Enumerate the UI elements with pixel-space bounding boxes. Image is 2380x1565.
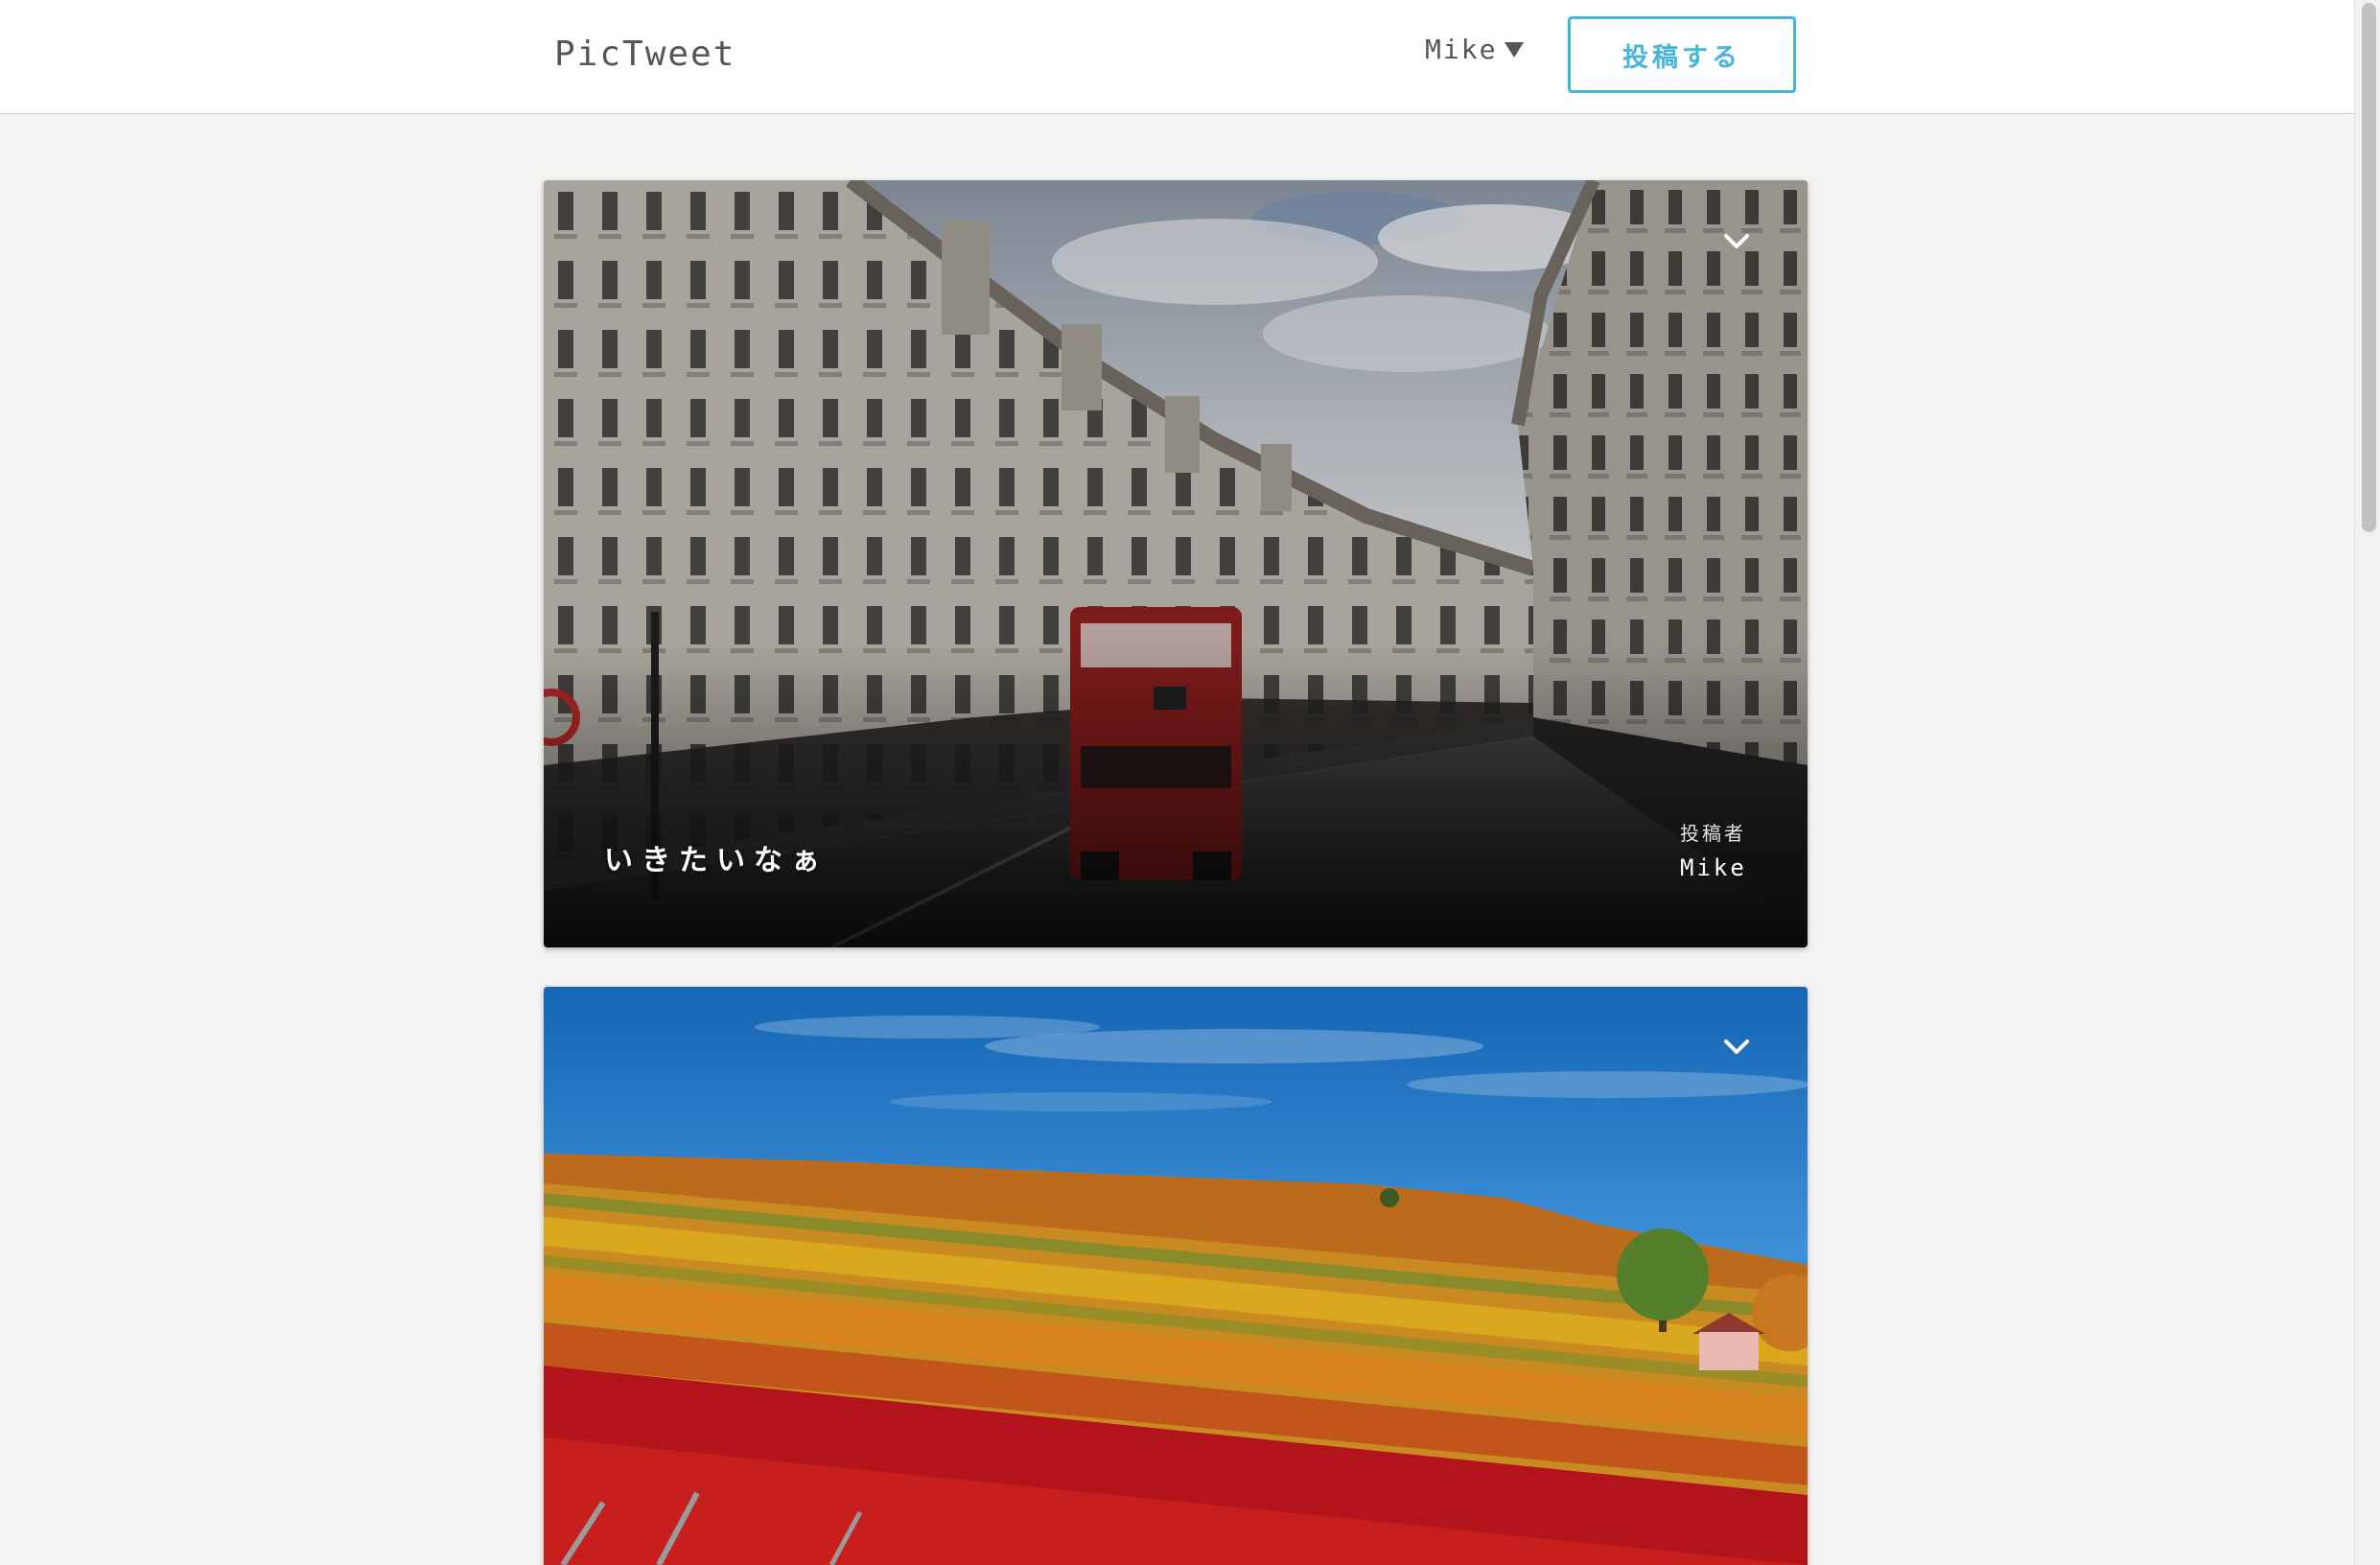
chevron-down-icon[interactable]: [1724, 1039, 1749, 1055]
header-bar: PicTweet Mike 投稿する: [0, 0, 2354, 114]
tweet-image: [544, 180, 1808, 947]
site-logo[interactable]: PicTweet: [554, 33, 735, 77]
chevron-down-icon[interactable]: [1724, 234, 1749, 249]
user-menu[interactable]: Mike: [1425, 28, 1525, 70]
author-label: 投稿者: [1680, 822, 1746, 845]
post-button[interactable]: 投稿する: [1568, 16, 1796, 93]
tweet-card: いきたいなぁ 投稿者 Mike: [544, 180, 1808, 947]
author-info: 投稿者 Mike: [1680, 821, 1776, 882]
tweet-image: [544, 987, 1808, 1565]
tweet-card: [544, 987, 1808, 1565]
scrollbar-thumb[interactable]: [2362, 3, 2376, 532]
caret-down-icon[interactable]: [1505, 42, 1525, 58]
author-name-link[interactable]: Mike: [1680, 853, 1776, 882]
vertical-scrollbar[interactable]: [2354, 0, 2380, 1565]
page: PicTweet Mike 投稿する いきたいなぁ 投稿者 Mike: [0, 0, 2380, 1565]
tint: [544, 180, 1808, 947]
user-menu-label[interactable]: Mike: [1425, 34, 1497, 65]
tweet-text: いきたいなぁ: [604, 844, 828, 877]
